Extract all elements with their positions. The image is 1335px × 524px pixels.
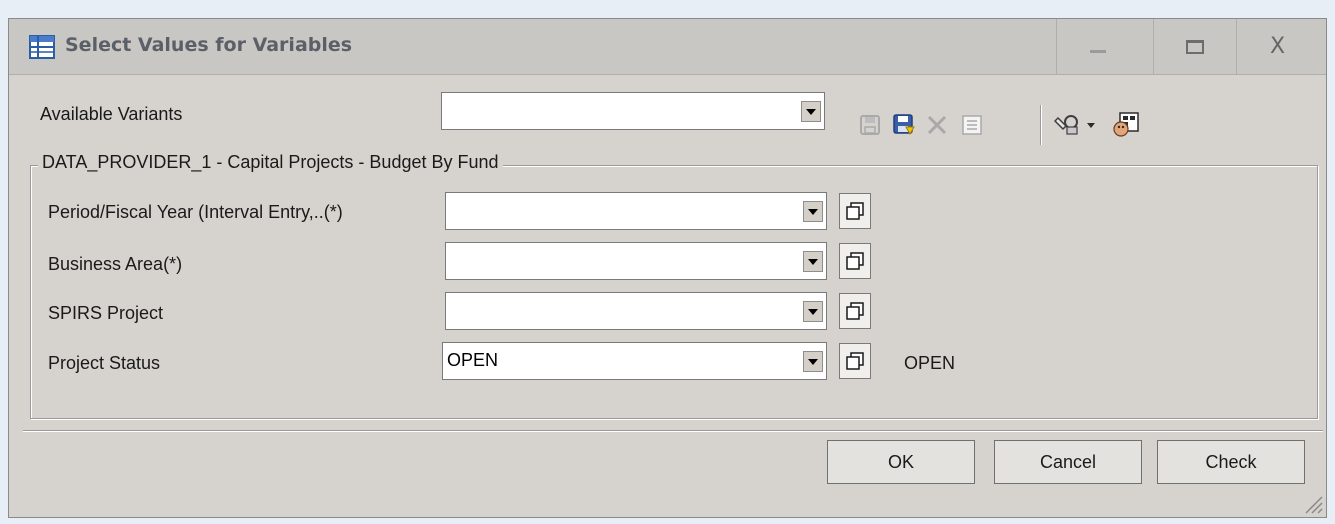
delete-button[interactable]	[922, 111, 952, 139]
spirs-project-dropdown-button[interactable]	[803, 301, 823, 322]
multiple-selection-icon	[846, 202, 864, 220]
business-area-value-help-button[interactable]	[839, 243, 871, 279]
minimize-button[interactable]	[1056, 19, 1138, 74]
title-bar[interactable]: Select Values for Variables X	[9, 19, 1326, 75]
window-title: Select Values for Variables	[65, 34, 353, 56]
spirs-project-combo[interactable]	[445, 292, 827, 330]
close-icon: X	[1269, 34, 1286, 59]
project-status-label: Project Status	[48, 353, 161, 373]
period-fiscal-year-label: Period/Fiscal Year (Interval Entry,..(*)	[48, 202, 343, 222]
business-area-combo[interactable]	[445, 242, 827, 280]
cancel-button[interactable]: Cancel	[994, 440, 1142, 484]
period-fiscal-year-value-help-button[interactable]	[839, 193, 871, 229]
spirs-project-label: SPIRS Project	[48, 303, 164, 323]
maximize-icon	[1185, 39, 1204, 54]
multiple-selection-icon	[846, 352, 864, 370]
project-status-dropdown-button[interactable]	[803, 351, 823, 372]
chevron-down-icon	[808, 258, 818, 265]
chevron-down-icon	[808, 308, 818, 315]
business-area-dropdown-button[interactable]	[803, 251, 823, 272]
period-fiscal-year-dropdown-button[interactable]	[803, 201, 823, 222]
delete-icon	[927, 115, 947, 135]
ok-button[interactable]: OK	[827, 440, 975, 484]
dialog-window: Select Values for Variables X Available …	[8, 18, 1327, 518]
dropdown-arrow-icon	[1087, 123, 1095, 128]
project-status-description: OPEN	[904, 353, 956, 373]
maximize-button[interactable]	[1153, 19, 1235, 74]
details-icon	[962, 115, 982, 135]
save-icon	[860, 115, 880, 135]
spirs-project-value-help-button[interactable]	[839, 293, 871, 329]
close-button[interactable]: X	[1236, 19, 1318, 74]
project-status-value: OPEN	[447, 350, 499, 370]
variants-dropdown-button[interactable]	[801, 101, 821, 122]
check-button[interactable]: Check	[1157, 440, 1305, 484]
save-as-icon	[893, 114, 915, 136]
save-as-button[interactable]	[890, 111, 918, 139]
variants-label: Available Variants	[40, 104, 183, 124]
period-fiscal-year-combo[interactable]	[445, 192, 827, 230]
personalize-icon	[1113, 112, 1139, 137]
save-button[interactable]	[857, 111, 883, 139]
footer-divider	[23, 430, 1323, 432]
tools-icon	[1054, 115, 1078, 135]
project-status-combo[interactable]: OPEN	[442, 342, 827, 380]
personalize-button[interactable]	[1111, 111, 1143, 139]
toolbar-separator	[1040, 105, 1042, 145]
details-button[interactable]	[959, 111, 985, 139]
minimize-icon	[1089, 50, 1106, 53]
table-icon	[29, 35, 55, 59]
variants-combo[interactable]	[441, 92, 825, 130]
resize-grip-icon[interactable]	[1302, 493, 1324, 515]
chevron-down-icon	[808, 208, 818, 215]
chevron-down-icon	[806, 108, 816, 115]
project-status-value-help-button[interactable]	[839, 343, 871, 379]
group-title: DATA_PROVIDER_1 - Capital Projects - Bud…	[38, 152, 503, 173]
tools-menu-button[interactable]	[1051, 111, 1099, 139]
chevron-down-icon	[808, 358, 818, 365]
multiple-selection-icon	[846, 252, 864, 270]
business-area-label: Business Area(*)	[48, 254, 183, 274]
multiple-selection-icon	[846, 302, 864, 320]
